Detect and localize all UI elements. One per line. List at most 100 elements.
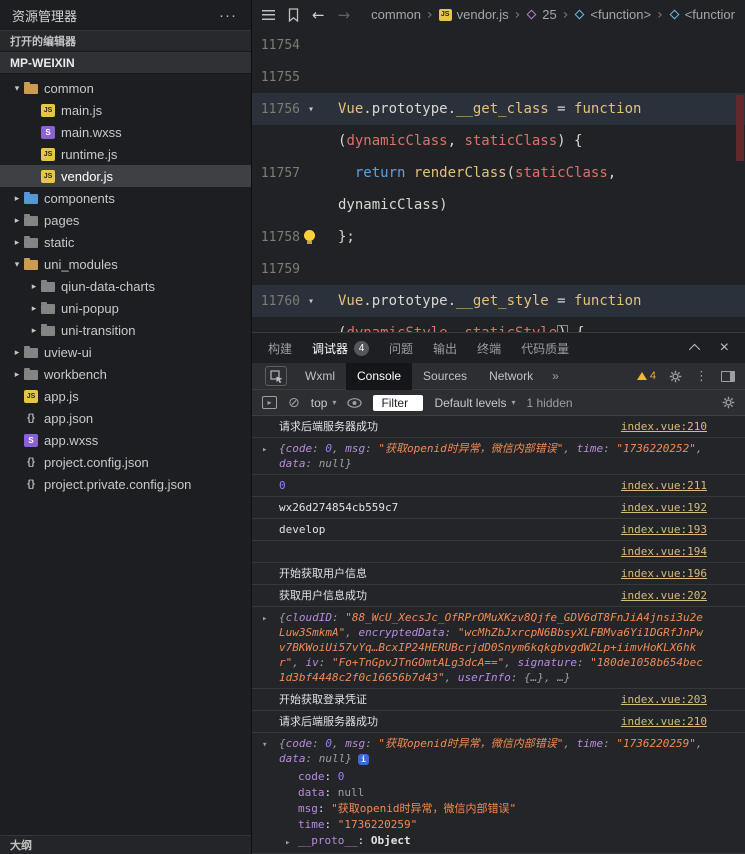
folder-icon: [24, 235, 38, 248]
tree-item-project.private.config.json[interactable]: {} project.private.config.json: [0, 473, 251, 495]
tree-item-static[interactable]: ▸ static: [0, 231, 251, 253]
devtools-tab-sources[interactable]: Sources: [412, 363, 478, 390]
project-section[interactable]: MP-WEIXIN: [0, 52, 251, 74]
source-link[interactable]: index.vue:210: [621, 714, 707, 729]
source-link[interactable]: index.vue:192: [621, 500, 707, 515]
chevron-right-icon[interactable]: ▸: [10, 193, 24, 204]
context-selector[interactable]: top ▾: [311, 396, 337, 410]
chevron-down-icon[interactable]: ▾: [10, 83, 24, 94]
fold-icon[interactable]: ▾: [300, 104, 322, 115]
panel-tab-调试器[interactable]: 调试器 4: [312, 340, 370, 357]
back-arrow-icon[interactable]: ←: [312, 6, 325, 24]
console-message-text: __proto__: Object: [298, 834, 411, 847]
chevron-right-icon[interactable]: ▸: [10, 215, 24, 226]
fold-icon[interactable]: ▾: [300, 296, 322, 307]
chevron-right-icon[interactable]: ▸: [27, 303, 41, 314]
tree-item-main.wxss[interactable]: Smain.wxss: [0, 121, 251, 143]
tree-item-app.js[interactable]: JS app.js: [0, 385, 251, 407]
source-link[interactable]: index.vue:211: [621, 478, 707, 493]
lightbulb-icon[interactable]: [304, 230, 315, 244]
chevron-right-icon[interactable]: ▸: [10, 369, 24, 380]
tree-item-label: app.json: [44, 410, 94, 426]
tree-item-runtime.js[interactable]: JS runtime.js: [0, 143, 251, 165]
tree-item-uni_modules[interactable]: ▾ uni_modules: [0, 253, 251, 275]
editor-line-11756: 11756 ▾ Vue.prototype.__get_class = functi…: [252, 93, 745, 125]
tree-item-label: uview-ui: [44, 344, 92, 360]
chevron-right-icon[interactable]: ▸: [10, 237, 24, 248]
chevron-right-icon[interactable]: ▸: [27, 281, 41, 292]
outline-label: 大纲: [10, 840, 32, 852]
devtools-tab-console[interactable]: Console: [346, 362, 413, 390]
editor-scrollbar[interactable]: [736, 95, 744, 161]
panel-tab-终端[interactable]: 终端: [477, 340, 501, 357]
tree-item-vendor.js[interactable]: JS vendor.js: [0, 165, 251, 187]
outline-section[interactable]: 大纲: [0, 835, 251, 854]
more-actions-icon[interactable]: ···: [219, 7, 237, 24]
chevron-down-icon[interactable]: ▾: [10, 259, 24, 270]
breadcrumb-item-25[interactable]: 25: [526, 7, 557, 22]
json-icon: {}: [27, 478, 35, 490]
object-property-row: code: 0: [298, 769, 707, 785]
expand-arrow-icon[interactable]: ▸: [262, 443, 267, 458]
inspect-element-icon[interactable]: [265, 366, 287, 386]
console-settings-icon[interactable]: [722, 396, 735, 409]
devtools-settings-icon[interactable]: [669, 370, 682, 383]
code-text: return renderClass(staticClass,: [354, 165, 617, 181]
panel-tab-构建[interactable]: 构建: [268, 340, 292, 357]
tree-item-pages[interactable]: ▸ pages: [0, 209, 251, 231]
tree-item-project.config.json[interactable]: {} project.config.json: [0, 451, 251, 473]
tree-item-app.json[interactable]: {} app.json: [0, 407, 251, 429]
devtools-tab-network[interactable]: Network: [478, 363, 544, 390]
breadcrumb-item-function[interactable]: <function>: [669, 7, 735, 22]
tree-item-qiun-data-charts[interactable]: ▸ qiun-data-charts: [0, 275, 251, 297]
tree-item-components[interactable]: ▸ components: [0, 187, 251, 209]
source-link[interactable]: index.vue:203: [621, 692, 707, 707]
panel-tab-输出[interactable]: 输出: [433, 340, 457, 357]
tree-item-main.js[interactable]: JS main.js: [0, 99, 251, 121]
forward-arrow-icon[interactable]: →: [338, 6, 351, 24]
explorer-title: 资源管理器: [12, 8, 78, 24]
bookmark-icon[interactable]: [288, 7, 299, 22]
panel-tab-代码质量[interactable]: 代码质量: [521, 340, 569, 357]
devtools-menu-icon[interactable]: ⋮: [695, 369, 708, 384]
collapse-arrow-icon[interactable]: ▾: [262, 738, 267, 753]
source-link[interactable]: index.vue:193: [621, 522, 707, 537]
expand-arrow-icon[interactable]: ▸: [285, 835, 290, 851]
breadcrumb-item-common[interactable]: common: [371, 7, 421, 22]
editor-line-11754: 11754: [252, 29, 745, 61]
live-expression-icon[interactable]: [347, 397, 363, 408]
source-link[interactable]: index.vue:210: [621, 419, 707, 434]
console-message-text: 开始获取登录凭证: [279, 693, 367, 706]
log-level-selector[interactable]: Default levels ▾: [434, 396, 515, 410]
open-editors-list-icon[interactable]: [262, 9, 275, 20]
line-number: 11756: [260, 101, 300, 117]
tree-item-common[interactable]: ▾ common: [0, 77, 251, 99]
tree-item-uni-transition[interactable]: ▸ uni-transition: [0, 319, 251, 341]
breadcrumb-item-function[interactable]: <function>: [574, 7, 651, 22]
devtools-tab-wxml[interactable]: Wxml: [294, 363, 346, 390]
breadcrumb-item-vendor.js[interactable]: JS vendor.js: [438, 7, 509, 22]
source-link[interactable]: index.vue:194: [621, 544, 707, 559]
code-editor[interactable]: 11754 11755 11756 ▾ Vue.prototype.__get_clas…: [252, 29, 745, 332]
panel-close-icon[interactable]: ×: [720, 340, 729, 356]
tree-item-app.wxss[interactable]: Sapp.wxss: [0, 429, 251, 451]
open-editors-section[interactable]: 打开的编辑器: [0, 30, 251, 52]
expand-arrow-icon[interactable]: ▸: [262, 612, 267, 627]
console-warning-count[interactable]: 4: [636, 370, 656, 382]
chevron-right-icon[interactable]: ▸: [10, 347, 24, 358]
source-link[interactable]: index.vue:202: [621, 588, 707, 603]
tree-item-workbench[interactable]: ▸ workbench: [0, 363, 251, 385]
more-tabs-icon[interactable]: »: [544, 369, 567, 383]
tree-item-uni-popup[interactable]: ▸ uni-popup: [0, 297, 251, 319]
clear-console-icon[interactable]: ⊘: [288, 395, 300, 411]
panel-tab-label: 问题: [389, 341, 414, 356]
info-icon[interactable]: i: [357, 754, 369, 765]
panel-tab-问题[interactable]: 问题: [389, 340, 413, 357]
console-filter-input[interactable]: Filter: [373, 394, 424, 411]
panel-maximize-icon[interactable]: [688, 343, 700, 356]
dock-side-icon[interactable]: [721, 370, 735, 382]
tree-item-uview-ui[interactable]: ▸ uview-ui: [0, 341, 251, 363]
source-link[interactable]: index.vue:196: [621, 566, 707, 581]
console-sidebar-icon[interactable]: ▸: [262, 396, 277, 409]
chevron-right-icon[interactable]: ▸: [27, 325, 41, 336]
